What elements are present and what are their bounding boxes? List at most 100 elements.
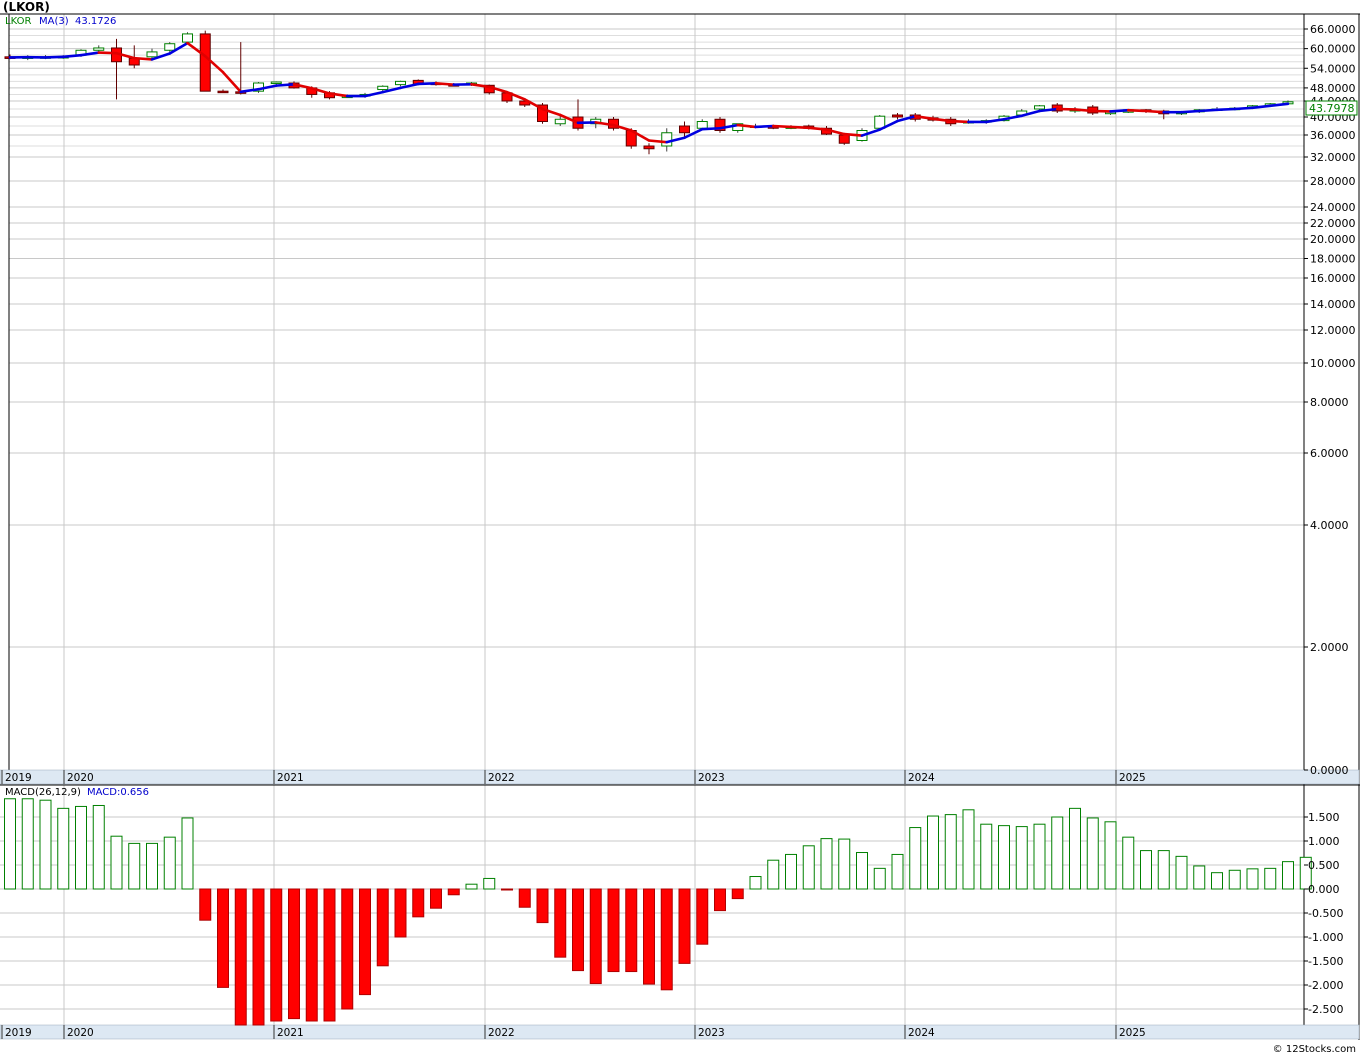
price-tick-label: 2.0000 — [1310, 641, 1349, 654]
macd-bar-positive — [803, 846, 814, 889]
price-tick-label: 20.0000 — [1310, 233, 1356, 246]
macd-bar-positive — [147, 843, 158, 889]
macd-bar-positive — [93, 805, 104, 889]
macd-bar-positive — [857, 853, 868, 889]
macd-bar-positive — [1034, 824, 1045, 889]
macd-bar-negative — [413, 889, 424, 917]
candle-up — [271, 82, 281, 84]
macd-bar-positive — [945, 815, 956, 889]
macd-bar-positive — [111, 836, 122, 889]
macd-bar-positive — [40, 800, 51, 889]
price-year-label: 2021 — [277, 772, 304, 784]
ma-segment — [46, 57, 64, 58]
macd-bar-positive — [1194, 866, 1205, 889]
macd-legend-label: MACD(26,12,9) — [5, 787, 81, 798]
legend-ma-label: MA(3) — [39, 16, 69, 27]
macd-bar-positive — [981, 824, 992, 889]
ma-segment — [791, 127, 809, 128]
macd-bar-negative — [626, 889, 637, 972]
macd-bar-negative — [661, 889, 672, 990]
macd-bar-positive — [164, 837, 175, 889]
chart-title: (LKOR) — [3, 0, 50, 14]
price-year-label: 2019 — [5, 772, 32, 784]
macd-bar-positive — [1016, 827, 1027, 889]
macd-bar-negative — [271, 889, 282, 1021]
macd-year-label: 2020 — [67, 1027, 94, 1039]
macd-bar-positive — [182, 818, 193, 889]
macd-tick-label: 1.000 — [1308, 835, 1340, 848]
macd-bar-negative — [395, 889, 406, 937]
ma-segment — [1146, 111, 1164, 112]
macd-bar-positive — [750, 877, 761, 889]
candle-up — [165, 44, 175, 51]
ma-segment — [649, 141, 667, 143]
macd-bar-negative — [679, 889, 690, 963]
chart-svg: 2019202020212022202320242025201920202021… — [0, 0, 1360, 1056]
macd-bar-positive — [892, 854, 903, 889]
macd-bar-negative — [537, 889, 548, 923]
macd-bar-positive — [839, 839, 850, 889]
macd-bar-positive — [1158, 851, 1169, 889]
macd-bar-positive — [22, 799, 33, 889]
ma-segment — [1182, 111, 1200, 112]
candle-down — [644, 146, 654, 149]
price-tick-label: 4.0000 — [1310, 519, 1349, 532]
price-tick-label: 16.0000 — [1310, 272, 1356, 285]
macd-year-label: 2024 — [908, 1027, 935, 1039]
candle-up — [94, 48, 104, 50]
macd-tick-label: -1.500 — [1308, 955, 1343, 968]
candle-down — [200, 34, 210, 91]
macd-bar-positive — [1265, 868, 1276, 889]
candle-down — [839, 135, 849, 143]
macd-bar-negative — [289, 889, 300, 1019]
candle-up — [183, 34, 193, 42]
ma-segment — [1217, 109, 1235, 110]
macd-bar-negative — [715, 889, 726, 911]
last-price-badge: 43.7978 — [1306, 101, 1357, 115]
ma-segment — [1075, 109, 1093, 111]
macd-tick-label: -1.000 — [1308, 931, 1343, 944]
macd-bar-positive — [874, 868, 885, 889]
legend-symbol: LKOR — [5, 16, 31, 27]
ma-segment — [418, 83, 436, 84]
macd-bar-positive — [484, 878, 495, 889]
macd-bar-positive — [928, 816, 939, 889]
macd-bar-positive — [1247, 869, 1258, 889]
ma-segment — [773, 126, 791, 127]
price-year-label: 2023 — [698, 772, 725, 784]
candle-down — [680, 126, 690, 133]
macd-bar-positive — [1212, 873, 1223, 889]
ma-segment — [99, 53, 117, 54]
macd-year-label: 2022 — [488, 1027, 515, 1039]
price-tick-label: 8.0000 — [1310, 396, 1349, 409]
macd-bar-positive — [999, 826, 1010, 889]
macd-bar-positive — [1087, 818, 1098, 889]
candle-up — [697, 122, 707, 129]
price-tick-label: 32.0000 — [1310, 151, 1356, 164]
macd-bar-negative — [502, 889, 513, 890]
last-price-label: 43.7978 — [1309, 102, 1355, 115]
macd-bar-negative — [697, 889, 708, 944]
ma-segment — [702, 128, 720, 129]
price-year-label: 2025 — [1119, 772, 1146, 784]
candle-down — [218, 91, 228, 93]
price-year-label: 2020 — [67, 772, 94, 784]
price-tick-label: 14.0000 — [1310, 298, 1356, 311]
credit-footer: © 12Stocks.com — [1273, 1044, 1356, 1055]
macd-bar-positive — [1070, 808, 1081, 889]
macd-year-label: 2025 — [1119, 1027, 1146, 1039]
macd-bar-negative — [235, 889, 246, 1025]
macd-bar-negative — [431, 889, 442, 908]
price-timeline-bar — [0, 770, 1359, 784]
macd-bar-negative — [324, 889, 335, 1021]
price-tick-label: 60.0000 — [1310, 43, 1356, 56]
price-tick-label: 54.0000 — [1310, 62, 1356, 75]
macd-legend-value: MACD:0.656 — [87, 787, 149, 798]
candle-up — [396, 81, 406, 84]
ma-segment — [276, 84, 294, 85]
macd-bar-positive — [1123, 837, 1134, 889]
candle-up — [378, 86, 388, 89]
ma-segment — [1199, 110, 1217, 111]
legend-ma-value: 43.1726 — [75, 16, 116, 27]
macd-bar-negative — [448, 889, 459, 895]
